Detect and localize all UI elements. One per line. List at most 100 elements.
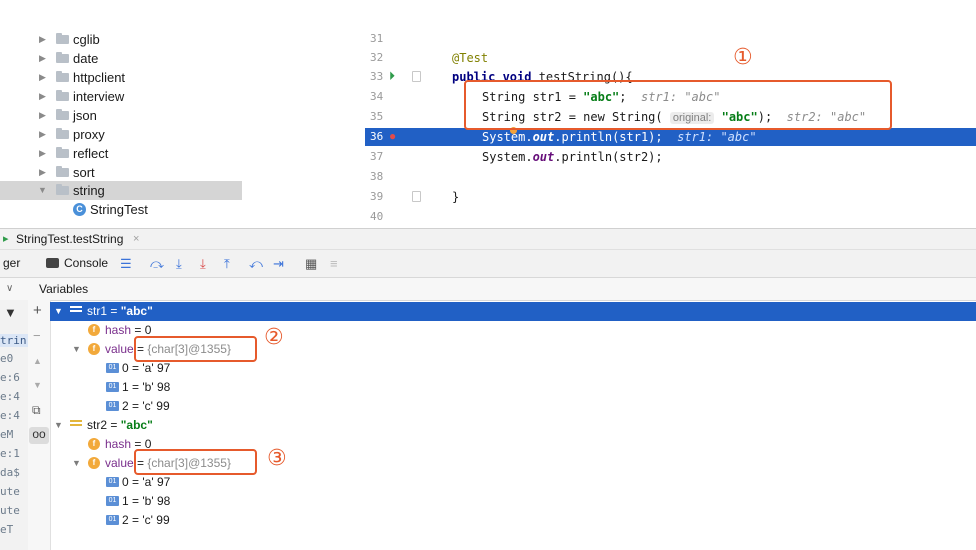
line-number: 32: [370, 51, 384, 64]
menu-lines-icon[interactable]: ☰: [120, 250, 132, 277]
chevron-down-icon[interactable]: ∨: [6, 278, 13, 300]
folder-label: date: [73, 51, 99, 66]
debug-session-tab[interactable]: StringTest.testString: [16, 229, 123, 249]
frame-item[interactable]: e:4: [0, 409, 20, 422]
folder-icon: [56, 33, 69, 44]
step-into-icon[interactable]: ⤓: [176, 250, 182, 277]
field-icon: f: [88, 343, 100, 355]
callout-number-1: ①: [733, 45, 753, 70]
frame-item[interactable]: da$: [0, 466, 20, 479]
chevron-right-icon[interactable]: ▶: [39, 125, 46, 144]
code-line-39[interactable]: }: [452, 189, 459, 205]
fold-marker-icon[interactable]: [412, 191, 421, 202]
evaluate-expression-icon[interactable]: ▦: [305, 250, 317, 277]
line-number: 34: [370, 90, 384, 103]
array-element-icon: 01: [106, 477, 119, 487]
debug-toolbar: ger Console ☰ ⤼ ⤓ ⤓ ⤒ ⤺ ⇥ ▦ ≡: [0, 249, 976, 277]
arrow-up-icon[interactable]: ▲: [33, 356, 42, 366]
chevron-right-icon[interactable]: ▶: [39, 163, 46, 182]
callout-number-2: ②: [264, 325, 284, 350]
chevron-right-icon[interactable]: ▶: [39, 68, 46, 87]
watches-glasses-icon[interactable]: oo: [29, 427, 49, 444]
close-icon[interactable]: ×: [133, 229, 139, 249]
frame-item[interactable]: trin: [0, 334, 28, 347]
folder-label: json: [73, 108, 97, 123]
array-element-icon: 01: [106, 382, 119, 392]
callout-box-1: [464, 80, 892, 130]
plus-icon[interactable]: +: [33, 302, 42, 319]
code-text: .println(str1);: [554, 130, 678, 144]
chevron-right-icon[interactable]: ▶: [39, 144, 46, 163]
tree-folder-proxy[interactable]: ▶ proxy: [0, 125, 242, 144]
tree-folder-interview[interactable]: ▶ interview: [0, 87, 242, 106]
project-tree: ▶ cglib ▶ date ▶ httpclient ▶ interview …: [0, 0, 242, 228]
frame-item[interactable]: eT: [0, 523, 13, 536]
array-element-row[interactable]: 01 1 = 'b' 98: [50, 378, 976, 397]
tree-folder-date[interactable]: ▶ date: [0, 49, 242, 68]
frame-item[interactable]: ute: [0, 485, 20, 498]
chevron-down-icon[interactable]: ▼: [38, 181, 47, 200]
chevron-right-icon[interactable]: ▶: [39, 30, 46, 49]
code-text: .println(str2);: [554, 150, 663, 164]
chevron-right-icon[interactable]: ▶: [39, 106, 46, 125]
tree-folder-cglib[interactable]: ▶ cglib: [0, 30, 242, 49]
array-element-icon: 01: [106, 363, 119, 373]
code-line-37[interactable]: System.out.println(str2);: [482, 149, 663, 165]
frame-item[interactable]: e0: [0, 352, 13, 365]
frame-item[interactable]: e:6: [0, 371, 20, 384]
array-element-icon: 01: [106, 401, 119, 411]
trace-icon[interactable]: ≡: [330, 250, 338, 277]
chevron-down-icon[interactable]: ▼: [54, 416, 63, 435]
tree-folder-string[interactable]: ▼ string: [0, 181, 242, 200]
tree-folder-json[interactable]: ▶ json: [0, 106, 242, 125]
array-element-row[interactable]: 01 1 = 'b' 98: [50, 492, 976, 511]
code-line-36[interactable]: System.out.println(str1); str1: "abc": [482, 129, 757, 145]
variable-row-str2[interactable]: ▼ str2 = "abc": [50, 416, 976, 435]
folder-label: proxy: [73, 127, 105, 142]
debug-session-icon: ▸: [3, 233, 9, 245]
field-icon: f: [88, 324, 100, 336]
tree-folder-reflect[interactable]: ▶ reflect: [0, 144, 242, 163]
folder-icon: [56, 128, 69, 139]
tree-folder-sort[interactable]: ▶ sort: [0, 163, 242, 182]
frame-item[interactable]: ute: [0, 504, 20, 517]
frame-item[interactable]: e:1: [0, 447, 20, 460]
array-element-row[interactable]: 01 0 = 'a' 97: [50, 473, 976, 492]
chevron-down-icon[interactable]: ▼: [54, 302, 63, 321]
frame-item[interactable]: eM: [0, 428, 13, 441]
debugger-tab[interactable]: ger: [3, 250, 20, 277]
tree-folder-httpclient[interactable]: ▶ httpclient: [0, 68, 242, 87]
array-element-row[interactable]: 01 2 = 'c' 99: [50, 397, 976, 416]
frames-panel: ▼ trin e0 e:6 e:4 e:4 eM e:1 da$ ute ute…: [0, 300, 28, 550]
tree-file-stringtest[interactable]: C StringTest: [0, 200, 242, 219]
folder-icon: [56, 52, 69, 63]
chevron-right-icon[interactable]: ▶: [39, 87, 46, 106]
variable-row-str1[interactable]: ▼ str1 = "abc": [50, 302, 976, 321]
step-over-icon[interactable]: ⤼: [150, 250, 164, 277]
frame-item[interactable]: e:4: [0, 390, 20, 403]
force-step-into-icon[interactable]: ⤓: [200, 250, 206, 277]
minus-icon[interactable]: −: [33, 328, 41, 343]
chevron-down-icon[interactable]: ▼: [72, 340, 81, 359]
chevron-right-icon[interactable]: ▶: [39, 49, 46, 68]
folder-label: reflect: [73, 146, 109, 161]
folder-icon: [56, 109, 69, 120]
console-tab[interactable]: Console: [64, 250, 108, 277]
callout-box-2: [134, 336, 257, 362]
code-field: out: [532, 130, 555, 144]
step-out-icon[interactable]: ⤒: [224, 250, 230, 277]
code-line-32[interactable]: @Test: [452, 50, 488, 66]
drop-frame-icon[interactable]: ⤺: [249, 250, 263, 277]
run-test-icon[interactable]: ⏵: [389, 69, 395, 84]
filter-icon[interactable]: ▼: [4, 305, 17, 320]
fold-marker-icon[interactable]: [412, 71, 421, 82]
breakpoint-icon[interactable]: ●: [389, 129, 396, 143]
array-element-row[interactable]: 01 2 = 'c' 99: [50, 511, 976, 530]
run-to-cursor-icon[interactable]: ⇥: [273, 250, 284, 277]
chevron-down-icon[interactable]: ▼: [72, 454, 81, 473]
copy-icon[interactable]: ⧉: [32, 403, 41, 418]
arrow-down-icon[interactable]: ▼: [33, 380, 42, 390]
folder-label: sort: [73, 165, 95, 180]
variables-title: Variables: [39, 282, 89, 296]
field-icon: f: [88, 457, 100, 469]
